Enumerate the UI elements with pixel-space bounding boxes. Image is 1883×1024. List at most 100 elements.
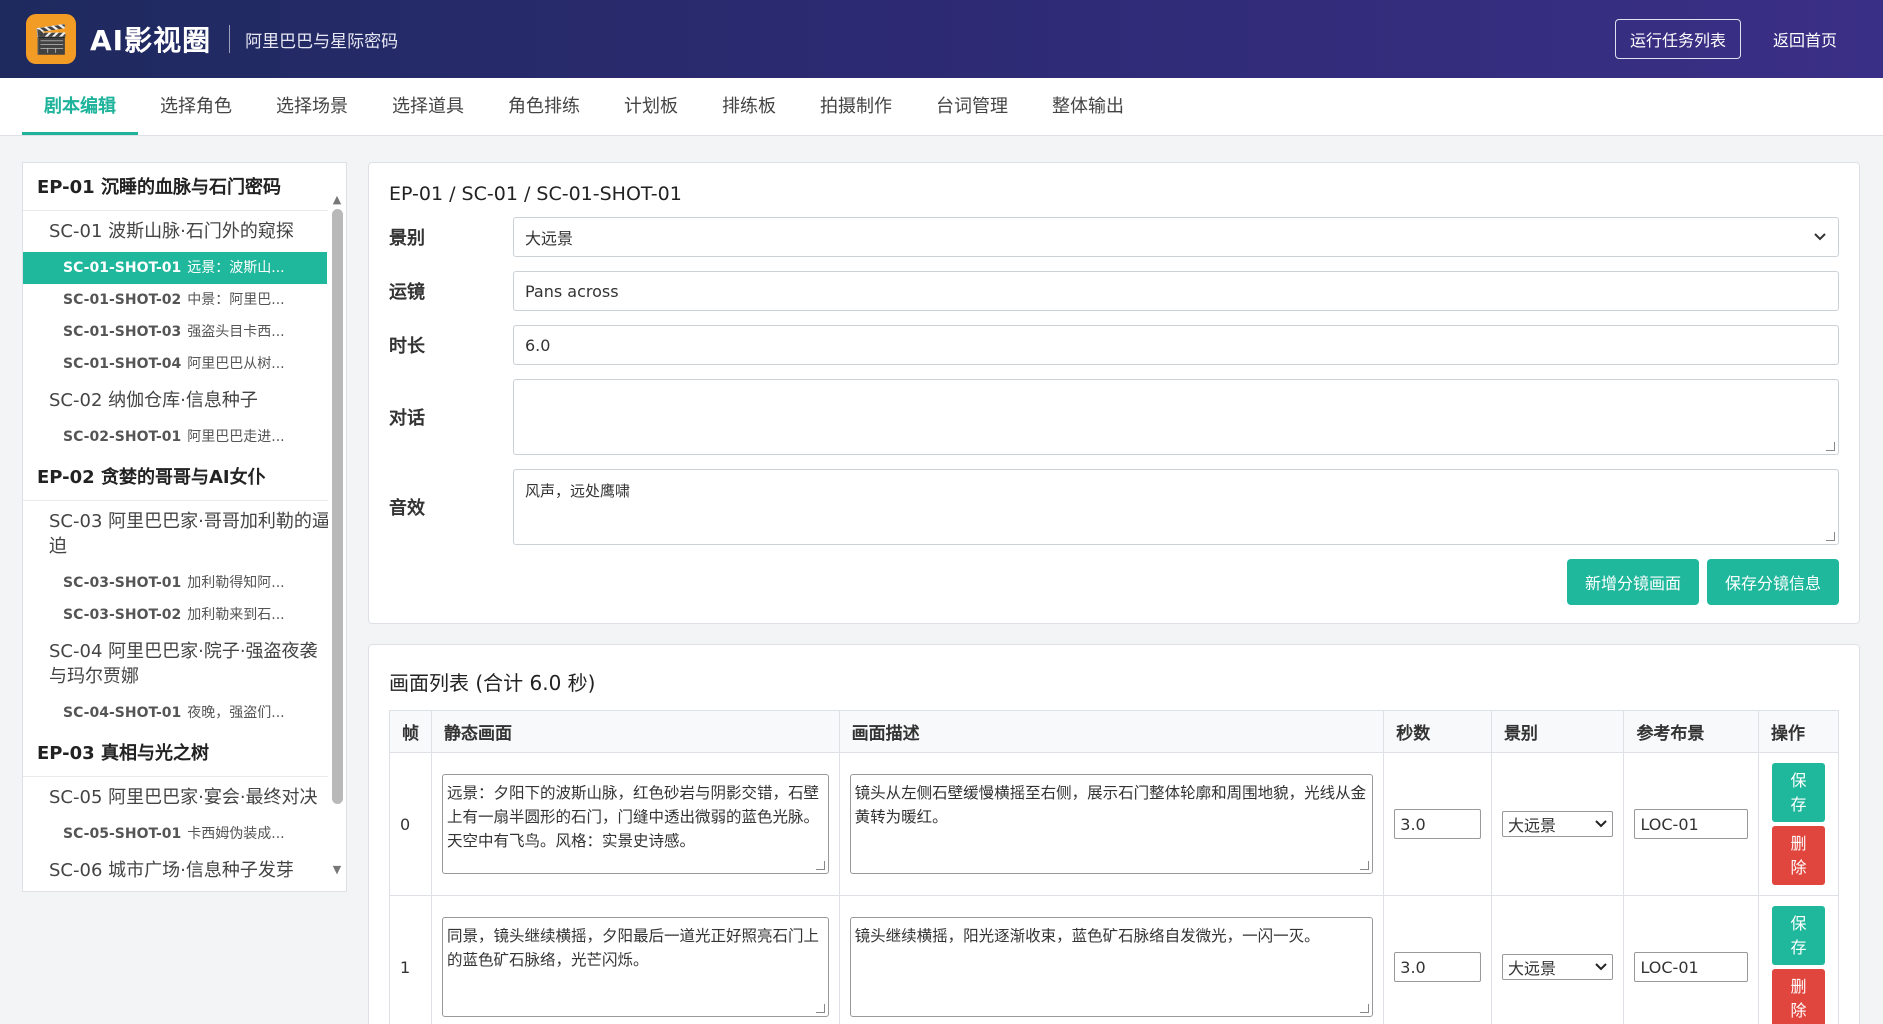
save-shot-button[interactable]: 保存分镜信息 bbox=[1706, 559, 1839, 605]
frame-index: 1 bbox=[389, 895, 432, 1024]
column-header: 静态画面 bbox=[431, 710, 840, 753]
camera-move-input[interactable]: Pans across bbox=[513, 271, 1839, 311]
shot-size-select[interactable]: 大远景 bbox=[513, 217, 1839, 257]
location-cell: LOC-01 bbox=[1623, 895, 1759, 1024]
scene-item[interactable]: SC-06 城市广场·信息种子发芽 bbox=[23, 850, 346, 891]
dialogue-textarea[interactable] bbox=[513, 379, 1839, 455]
frame-list-title: 画面列表 (合计 6.0 秒) bbox=[389, 671, 596, 695]
shot-desc: 阿里巴巴从树... bbox=[187, 356, 285, 372]
resize-grip-icon[interactable] bbox=[815, 1004, 825, 1013]
breadcrumb: EP-01 / SC-01 / SC-01-SHOT-01 bbox=[389, 183, 682, 205]
scene-item[interactable]: SC-01 波斯山脉·石门外的窥探 bbox=[23, 211, 346, 252]
frame-size-select[interactable]: 大远景 bbox=[1501, 954, 1614, 980]
seconds-cell: 3.0 bbox=[1383, 895, 1492, 1024]
camera-move-label: 运镜 bbox=[389, 282, 425, 303]
sfx-textarea[interactable]: 风声，远处鹰啸 bbox=[513, 469, 1839, 545]
shot-item[interactable]: SC-01-SHOT-02 中景：阿里巴... bbox=[23, 284, 346, 316]
frame-size-select[interactable]: 大远景 bbox=[1501, 811, 1614, 837]
location-input[interactable]: LOC-01 bbox=[1634, 952, 1748, 982]
still-cell: 远景：夕阳下的波斯山脉，红色砂岩与阴影交错，石壁上有一扇半圆形的石门，门缝中透出… bbox=[431, 752, 840, 896]
back-home-link[interactable]: 返回首页 bbox=[1773, 27, 1837, 51]
chevron-down-icon bbox=[1814, 233, 1826, 241]
column-header: 操作 bbox=[1757, 710, 1840, 753]
clapperboard-icon: 🎬 bbox=[26, 14, 76, 64]
chevron-down-icon bbox=[1595, 820, 1608, 828]
seconds-input[interactable]: 3.0 bbox=[1394, 809, 1481, 839]
delete-frame-button[interactable]: 删除 bbox=[1771, 826, 1825, 885]
scene-item[interactable]: SC-05 阿里巴巴家·宴会·最终对决 bbox=[23, 777, 346, 818]
shot-item[interactable]: SC-02-SHOT-01 阿里巴巴走进... bbox=[23, 421, 346, 453]
scrollbar-thumb[interactable] bbox=[332, 209, 343, 804]
shot-id: SC-01-SHOT-03 bbox=[63, 324, 182, 340]
desc-textarea[interactable]: 镜头继续横摇，阳光逐渐收束，蓝色矿石脉络自发微光，一闪一灭。 bbox=[849, 917, 1374, 1017]
still-text: 同景，镜头继续横摇，夕阳最后一道光正好照亮石门上的蓝色矿石脉络，光芒闪烁。 bbox=[447, 927, 820, 969]
tab-lines-management[interactable]: 台词管理 bbox=[914, 78, 1030, 135]
scroll-down-icon[interactable]: ▼ bbox=[331, 863, 343, 876]
tab-select-scenes[interactable]: 选择场景 bbox=[254, 78, 370, 135]
sfx-row: 音效 风声，远处鹰啸 bbox=[389, 469, 1839, 545]
resize-grip-icon[interactable] bbox=[1826, 532, 1835, 541]
still-textarea[interactable]: 远景：夕阳下的波斯山脉，红色砂岩与阴影交错，石壁上有一扇半圆形的石门，门缝中透出… bbox=[442, 774, 829, 874]
sidebar-scrollbar[interactable]: ▲ ▼ bbox=[328, 163, 346, 891]
shot-item[interactable]: SC-04-SHOT-01 夜晚，强盗们... bbox=[23, 697, 346, 729]
location-cell: LOC-01 bbox=[1623, 752, 1759, 896]
shot-item[interactable]: SC-01-SHOT-04 阿里巴巴从树... bbox=[23, 348, 346, 380]
tab-plan-board[interactable]: 计划板 bbox=[602, 78, 700, 135]
tab-shooting[interactable]: 拍摄制作 bbox=[798, 78, 914, 135]
tab-overall-output[interactable]: 整体输出 bbox=[1030, 78, 1146, 135]
desc-text: 镜头继续横摇，阳光逐渐收束，蓝色矿石脉络自发微光，一闪一灭。 bbox=[854, 927, 1320, 945]
table-header-row: 帧 静态画面 画面描述 秒数 景别 参考布景 操作 bbox=[389, 710, 1840, 753]
desc-textarea[interactable]: 镜头从左侧石壁缓慢横摇至右侧，展示石门整体轮廓和周围地貌，光线从金黄转为暖红。 bbox=[849, 774, 1374, 874]
shot-id: SC-02-SHOT-01 bbox=[63, 429, 182, 445]
op-cell: 保存 删除 bbox=[1757, 752, 1840, 896]
shot-item[interactable]: SC-03-SHOT-01 加利勒得知阿... bbox=[23, 567, 346, 599]
location-input[interactable]: LOC-01 bbox=[1634, 809, 1748, 839]
column-header: 景别 bbox=[1490, 710, 1625, 753]
tab-select-characters[interactable]: 选择角色 bbox=[138, 78, 254, 135]
main-tabs: 剧本编辑 选择角色 选择场景 选择道具 角色排练 计划板 排练板 拍摄制作 台词… bbox=[0, 78, 1883, 136]
column-header: 秒数 bbox=[1383, 710, 1492, 753]
shot-item[interactable]: SC-03-SHOT-02 加利勒来到石... bbox=[23, 599, 346, 631]
frame-table: 帧 静态画面 画面描述 秒数 景别 参考布景 操作 0 远景：夕阳下的波斯山脉，… bbox=[389, 710, 1840, 1024]
table-row: 1 同景，镜头继续横摇，夕阳最后一道光正好照亮石门上的蓝色矿石脉络，光芒闪烁。 … bbox=[389, 895, 1840, 1024]
shot-size-label: 景别 bbox=[389, 228, 425, 249]
shot-item[interactable]: SC-05-SHOT-01 卡西姆伪装成... bbox=[23, 818, 346, 850]
shot-id: SC-04-SHOT-01 bbox=[63, 705, 182, 721]
episode-item[interactable]: EP-01 沉睡的血脉与石门密码 bbox=[23, 163, 346, 211]
scene-item[interactable]: SC-03 阿里巴巴家·哥哥加利勒的逼迫 bbox=[23, 501, 346, 567]
shot-desc: 卡西姆伪装成... bbox=[187, 826, 285, 842]
resize-grip-icon[interactable] bbox=[1360, 861, 1370, 870]
save-frame-button[interactable]: 保存 bbox=[1771, 906, 1825, 965]
shot-id: SC-01-SHOT-04 bbox=[63, 356, 182, 372]
size-cell: 大远景 bbox=[1490, 895, 1625, 1024]
resize-grip-icon[interactable] bbox=[1826, 442, 1835, 451]
duration-input[interactable]: 6.0 bbox=[513, 325, 1839, 365]
frame-index: 0 bbox=[389, 752, 432, 896]
seconds-input[interactable]: 3.0 bbox=[1394, 952, 1481, 982]
episode-item[interactable]: EP-03 真相与光之树 bbox=[23, 729, 346, 777]
add-frame-button[interactable]: 新增分镜画面 bbox=[1566, 559, 1699, 605]
scene-item[interactable]: SC-02 纳伽仓库·信息种子 bbox=[23, 380, 346, 421]
header-actions: 运行任务列表 返回首页 bbox=[1614, 19, 1857, 59]
shot-id: SC-01-SHOT-01 bbox=[63, 260, 182, 276]
table-row: 0 远景：夕阳下的波斯山脉，红色砂岩与阴影交错，石壁上有一扇半圆形的石门，门缝中… bbox=[389, 752, 1840, 896]
episode-item[interactable]: EP-02 贪婪的哥哥与AI女仆 bbox=[23, 453, 346, 501]
resize-grip-icon[interactable] bbox=[815, 861, 825, 870]
sfx-label: 音效 bbox=[389, 498, 425, 519]
tab-character-rehearsal[interactable]: 角色排练 bbox=[486, 78, 602, 135]
shot-item[interactable]: SC-01-SHOT-03 强盗头目卡西... bbox=[23, 316, 346, 348]
run-tasks-button[interactable]: 运行任务列表 bbox=[1614, 19, 1741, 59]
tab-rehearsal-board[interactable]: 排练板 bbox=[700, 78, 798, 135]
scroll-up-icon[interactable]: ▲ bbox=[331, 193, 343, 206]
size-cell: 大远景 bbox=[1490, 752, 1625, 896]
tab-script-edit[interactable]: 剧本编辑 bbox=[22, 78, 138, 135]
delete-frame-button[interactable]: 删除 bbox=[1771, 969, 1825, 1024]
resize-grip-icon[interactable] bbox=[1360, 1004, 1370, 1013]
still-textarea[interactable]: 同景，镜头继续横摇，夕阳最后一道光正好照亮石门上的蓝色矿石脉络，光芒闪烁。 bbox=[442, 917, 829, 1017]
tab-select-props[interactable]: 选择道具 bbox=[370, 78, 486, 135]
save-frame-button[interactable]: 保存 bbox=[1771, 763, 1825, 822]
column-header: 画面描述 bbox=[838, 710, 1385, 753]
shot-item[interactable]: SC-01-SHOT-01 远景：波斯山... bbox=[23, 252, 327, 284]
scene-item[interactable]: SC-04 阿里巴巴家·院子·强盗夜袭与玛尔贾娜 bbox=[23, 631, 346, 697]
dialogue-label: 对话 bbox=[389, 408, 425, 429]
